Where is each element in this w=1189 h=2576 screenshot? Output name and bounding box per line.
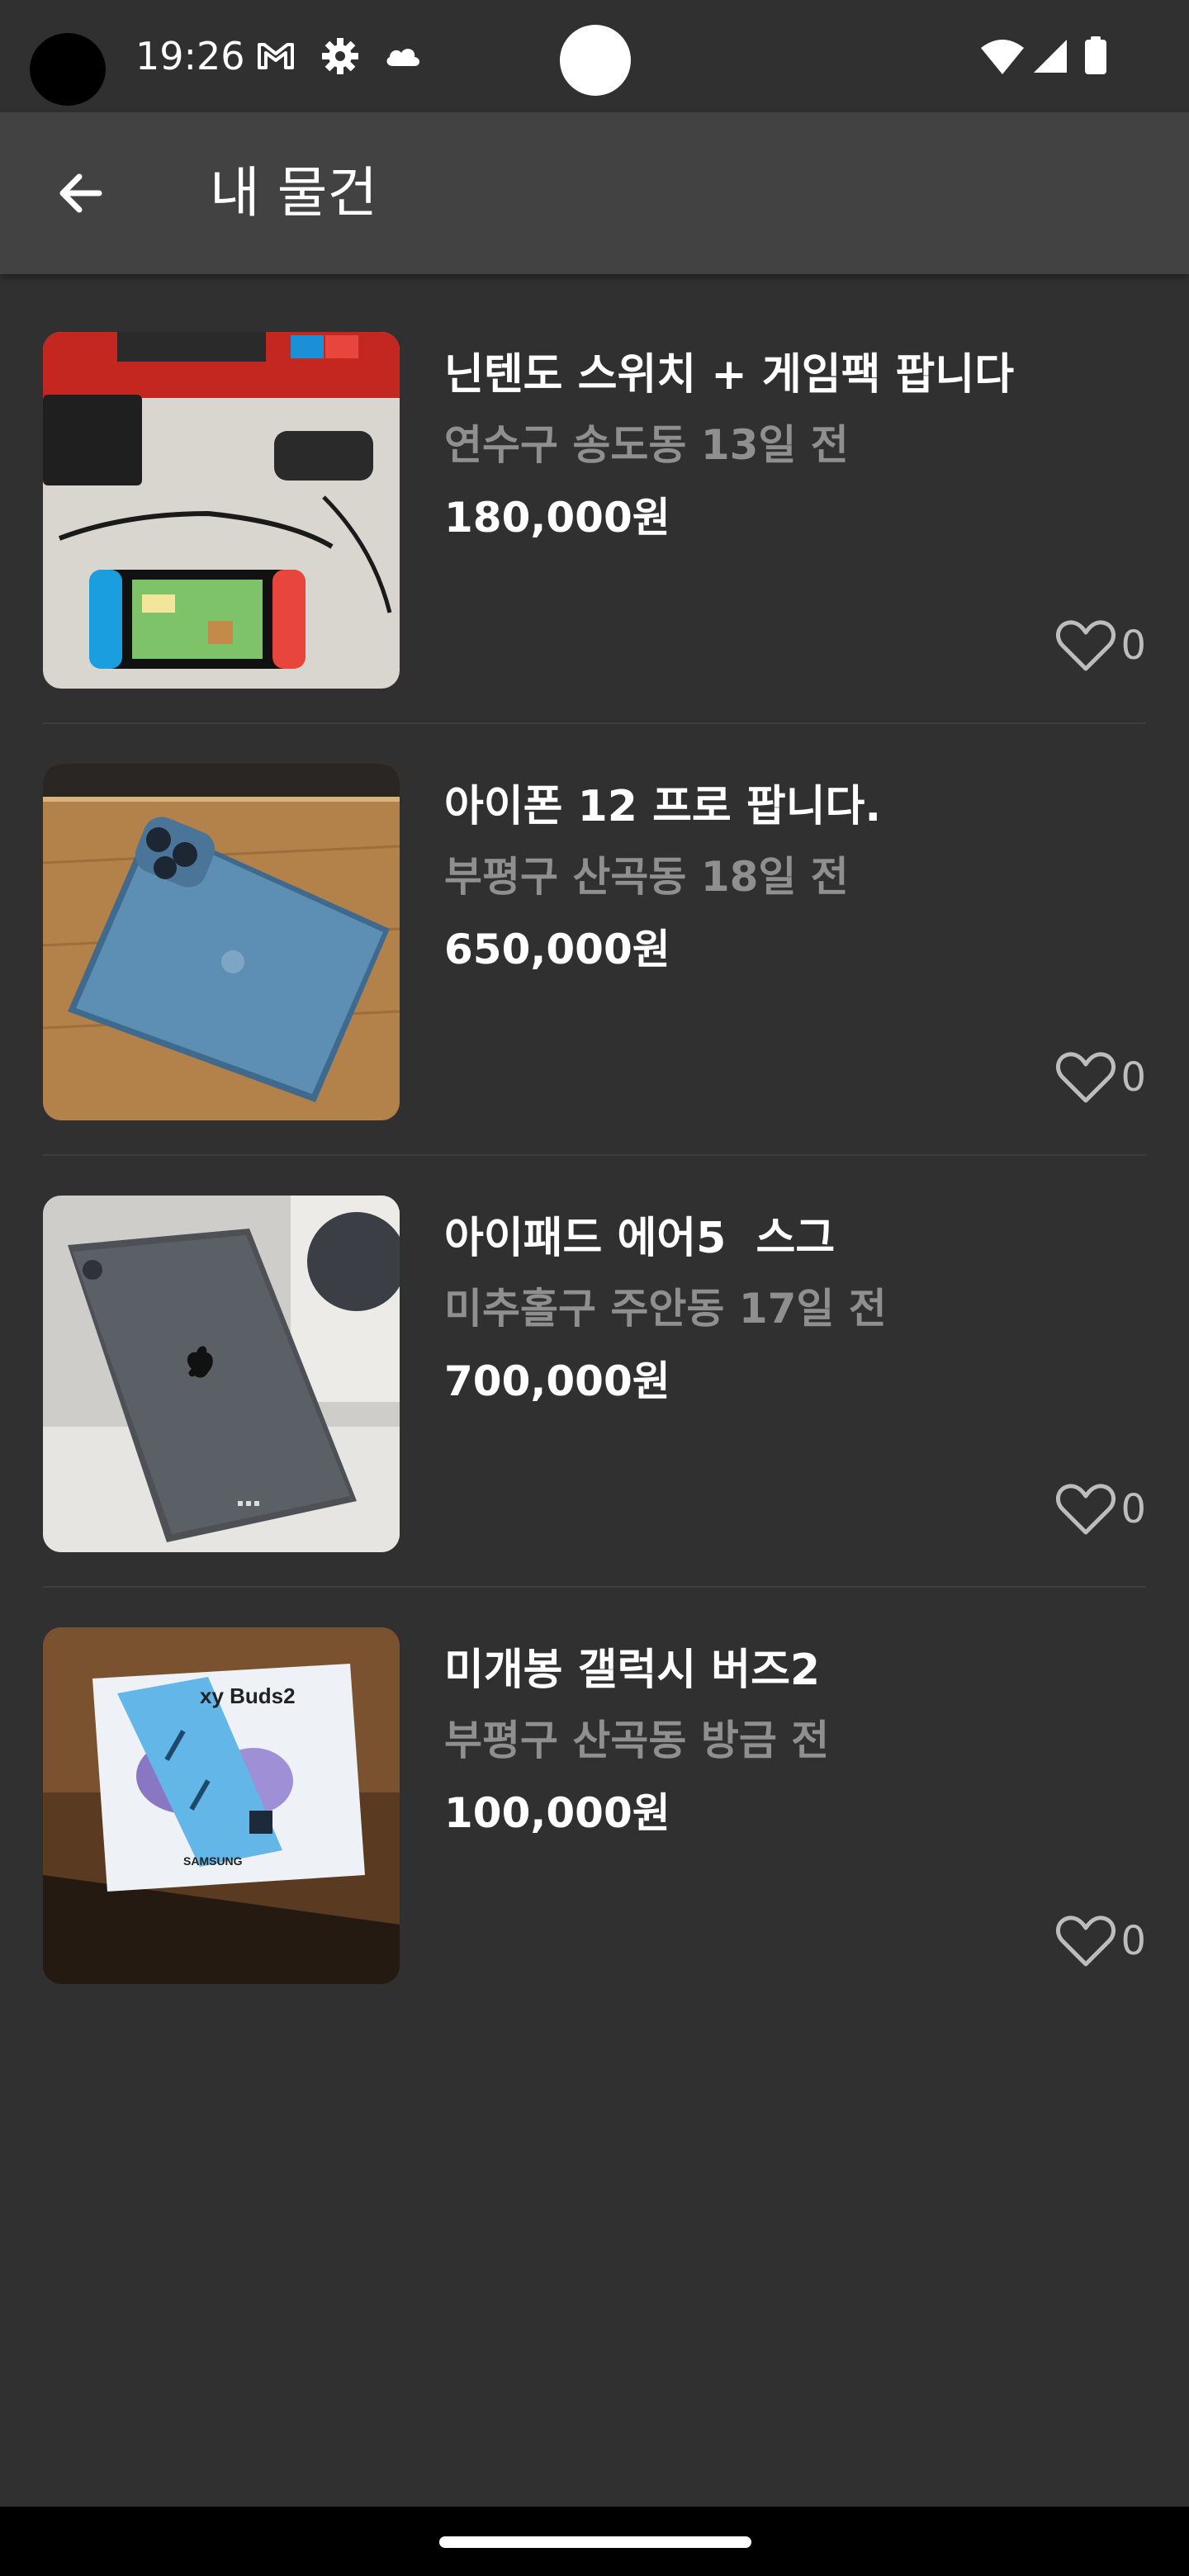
list-item[interactable]: 닌텐도 스위치 + 게임팩 팝니다 연수구 송도동 13일 전 180,000원…	[0, 292, 1189, 724]
item-price: 650,000원	[444, 926, 670, 973]
battery-icon	[1085, 36, 1106, 74]
item-title: 아이패드 에어5 스그	[444, 1214, 836, 1263]
item-thumbnail: xy Buds2 SAMSUNG	[43, 1627, 400, 1984]
list-item[interactable]: 아이패드 에어5 스그 미추홀구 주안동 17일 전 700,000원 0	[0, 1156, 1189, 1588]
item-title: 아이폰 12 프로 팝니다.	[444, 782, 882, 831]
cloud-icon	[386, 49, 419, 66]
like-count: 0	[1120, 1918, 1146, 1964]
item-thumbnail	[43, 764, 400, 1120]
ipad-air5-photo	[43, 1196, 400, 1552]
heart-icon	[1056, 1052, 1116, 1103]
item-thumbnail	[43, 332, 400, 689]
list-item[interactable]: 아이폰 12 프로 팝니다. 부평구 산곡동 18일 전 650,000원 0	[0, 724, 1189, 1156]
cell-signal-icon	[1034, 40, 1067, 73]
like-count: 0	[1120, 1054, 1146, 1101]
like-counter: 0	[1054, 1480, 1146, 1539]
item-price: 100,000원	[444, 1789, 670, 1837]
notification-dot	[560, 25, 631, 96]
heart-icon	[1056, 1915, 1116, 1967]
item-location-time: 미추홀구 주안동 17일 전	[444, 1285, 887, 1333]
status-bar: 19:26	[0, 0, 1189, 112]
arrow-back-icon	[59, 173, 102, 213]
item-title: 닌텐도 스위치 + 게임팩 팝니다	[444, 350, 1015, 400]
settings-gear-icon	[322, 38, 358, 74]
gmail-icon	[258, 43, 294, 69]
like-count: 0	[1120, 623, 1146, 669]
navigation-bar	[0, 2507, 1189, 2576]
status-time: 19:26	[135, 34, 245, 78]
my-items-screen: 19:26 내 물건 닌텐도 스위치 + 게임팩 팝니다 연수구 송도동 13일…	[0, 0, 1189, 2576]
item-price: 180,000원	[444, 494, 670, 542]
item-list: 닌텐도 스위치 + 게임팩 팝니다 연수구 송도동 13일 전 180,000원…	[0, 292, 1189, 2020]
camera-cutout	[30, 33, 106, 106]
like-counter: 0	[1054, 1911, 1146, 1971]
item-location-time: 연수구 송도동 13일 전	[444, 421, 849, 469]
item-thumbnail	[43, 1196, 400, 1552]
page-title: 내 물건	[210, 161, 378, 225]
galaxy-buds2-box-photo: xy Buds2 SAMSUNG	[43, 1627, 400, 1984]
like-counter: 0	[1054, 1048, 1146, 1107]
app-bar: 내 물건	[0, 112, 1189, 274]
heart-icon	[1056, 620, 1116, 671]
like-counter: 0	[1054, 616, 1146, 675]
item-title: 미개봉 갤럭시 버즈2	[444, 1646, 821, 1695]
list-item[interactable]: xy Buds2 SAMSUNG 미개봉 갤럭시 버즈2 부평구 산곡동 방금 …	[0, 1588, 1189, 2020]
iphone-12-pro-photo	[43, 764, 400, 1120]
nintendo-switch-photo	[43, 332, 400, 689]
heart-icon	[1056, 1484, 1116, 1535]
back-button[interactable]	[41, 154, 121, 233]
buds-box-product-text: xy Buds2	[200, 1683, 296, 1708]
item-location-time: 부평구 산곡동 18일 전	[444, 853, 849, 901]
like-count: 0	[1120, 1486, 1146, 1532]
item-location-time: 부평구 산곡동 방금 전	[444, 1717, 830, 1764]
home-indicator[interactable]	[439, 2536, 751, 2548]
buds-box-brand-text: SAMSUNG	[183, 1854, 243, 1868]
wifi-icon	[981, 40, 1024, 74]
item-price: 700,000원	[444, 1357, 670, 1405]
